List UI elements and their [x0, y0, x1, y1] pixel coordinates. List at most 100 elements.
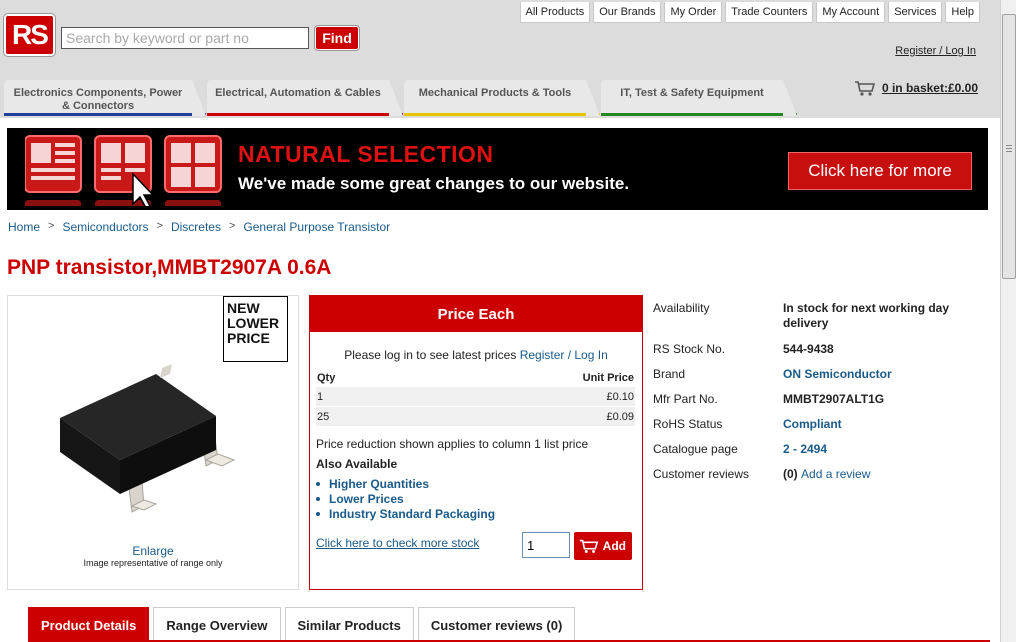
bullet-icon [316, 511, 320, 516]
category-label: Electronics Components, Power [13, 87, 183, 99]
price-reduction-note: Price reduction shown applies to column … [316, 437, 589, 451]
category-color-bar [404, 113, 600, 116]
detail-label: RoHS Status [653, 417, 723, 431]
row-qty: 25 [317, 410, 330, 423]
add-to-basket-button[interactable]: Add [574, 532, 632, 560]
breadcrumb-separator: > [228, 220, 236, 232]
price-header: Price Each [310, 296, 642, 332]
nav-services[interactable]: Services [888, 2, 943, 23]
vertical-scrollbar[interactable] [1000, 0, 1016, 642]
category-tab-it-test[interactable]: IT, Test & Safety Equipment [601, 80, 797, 116]
login-prompt: Please log in to see latest prices Regis… [310, 348, 642, 362]
breadcrumb-home[interactable]: Home [8, 220, 40, 234]
tab-customer-reviews[interactable]: Customer reviews (0) [417, 607, 576, 642]
add-label: Add [602, 539, 626, 553]
banner-title: NATURAL SELECTION [238, 141, 494, 167]
nav-my-account[interactable]: My Account [816, 2, 886, 23]
top-nav: All Products Our Brands My Order Trade C… [519, 2, 980, 23]
detail-label: RS Stock No. [653, 342, 726, 356]
category-label-line2: & Connectors [61, 100, 135, 112]
page-title: PNP transistor,MMBT2907A 0.6A [7, 256, 332, 279]
breadcrumb-discretes[interactable]: Discretes [171, 220, 221, 234]
banner-subtitle: We've made some great changes to our web… [238, 174, 630, 193]
scroll-thumb[interactable] [1002, 14, 1016, 279]
basket-link[interactable]: 0 in basket:£0.00 [854, 80, 978, 96]
search-input[interactable] [61, 27, 309, 49]
price-table-header: Qty Unit Price [316, 368, 635, 387]
price-table: Qty Unit Price 1 £0.10 25 £0.09 [316, 368, 635, 426]
bullet-icon [316, 481, 320, 486]
category-tab-electronics[interactable]: Electronics Components, Power & Connecto… [4, 80, 206, 116]
tab-similar-products[interactable]: Similar Products [284, 607, 414, 642]
detail-label: Brand [653, 367, 686, 381]
product-image[interactable] [48, 356, 258, 526]
product-tabs: Product Details Range Overview Similar P… [28, 607, 576, 642]
bullet-icon [316, 496, 320, 501]
brand-link[interactable]: ON Semiconductor [783, 367, 973, 382]
enlarge-link[interactable]: Enlarge [8, 544, 298, 558]
catalogue-link[interactable]: 2 - 2494 [783, 442, 973, 457]
category-tab-mechanical[interactable]: Mechanical Products & Tools [404, 80, 600, 116]
category-label: Mechanical Products & Tools [418, 87, 572, 99]
table-row: 1 £0.10 [316, 387, 635, 406]
detail-label: Mfr Part No. [653, 392, 718, 406]
detail-label: Customer reviews [653, 467, 750, 481]
reviews-count: (0) [783, 467, 798, 481]
add-review-link[interactable]: Add a review [801, 467, 870, 481]
price-panel: Price Each Please log in to see latest p… [309, 295, 643, 590]
banner-cta-button[interactable]: Click here for more [788, 152, 972, 190]
check-stock-link[interactable]: Click here to check more stock [316, 536, 479, 550]
nav-all-products[interactable]: All Products [519, 2, 591, 23]
detail-label: Catalogue page [653, 442, 738, 456]
rs-logo[interactable]: RS [3, 13, 56, 57]
badge-line: NEW [227, 300, 260, 316]
price-login-link[interactable]: Register / Log In [520, 348, 608, 362]
detail-label: Availability [653, 301, 710, 315]
detail-value: In stock for next working day delivery [783, 301, 950, 330]
category-color-bar [207, 113, 403, 116]
breadcrumb-semiconductors[interactable]: Semiconductors [62, 220, 148, 234]
quantity-input[interactable] [522, 532, 570, 558]
rohs-link[interactable]: Compliant [783, 417, 973, 432]
row-price: £0.10 [606, 390, 634, 403]
new-lower-price-badge: NEW LOWER PRICE [223, 296, 288, 362]
table-row: 25 £0.09 [316, 407, 635, 426]
nav-our-brands[interactable]: Our Brands [593, 2, 662, 23]
register-login-link[interactable]: Register / Log In [895, 45, 976, 57]
category-color-bar [601, 113, 797, 116]
breadcrumb-general-purpose-transistor[interactable]: General Purpose Transistor [243, 220, 390, 234]
image-note: Image representative of range only [83, 558, 223, 568]
promo-banner[interactable]: NATURAL SELECTION We've made some great … [7, 128, 988, 210]
layout-grid-icons [25, 135, 222, 206]
tab-range-overview[interactable]: Range Overview [153, 607, 281, 642]
detail-value: (0) Add a review [783, 467, 973, 482]
col-unit-price: Unit Price [582, 371, 634, 384]
nav-my-order[interactable]: My Order [664, 2, 723, 23]
breadcrumb: Home > Semiconductors > Discretes > Gene… [8, 220, 390, 234]
category-tab-electrical[interactable]: Electrical, Automation & Cables [207, 80, 403, 116]
category-color-bar [4, 113, 206, 116]
also-available-list: Higher Quantities Lower Prices Industry … [316, 476, 495, 521]
also-lower-prices[interactable]: Lower Prices [316, 491, 495, 506]
cart-icon [579, 539, 598, 553]
row-qty: 1 [317, 390, 324, 403]
also-industry-packaging[interactable]: Industry Standard Packaging [316, 506, 495, 521]
col-qty: Qty [317, 371, 336, 384]
also-higher-quantities[interactable]: Higher Quantities [316, 476, 495, 491]
also-item-label: Higher Quantities [329, 476, 430, 491]
product-image-panel: NEW LOWER PRICE Enlarge Image representa… [7, 295, 299, 590]
also-available-heading: Also Available [316, 457, 398, 471]
badge-line: LOWER [227, 315, 280, 331]
row-price: £0.09 [606, 410, 634, 423]
basket-icon [854, 81, 875, 96]
nav-help[interactable]: Help [945, 2, 980, 23]
category-label: IT, Test & Safety Equipment [620, 87, 764, 99]
scroll-grip-icon [1006, 145, 1012, 152]
tab-product-details[interactable]: Product Details [28, 607, 150, 642]
detail-value: 544-9438 [783, 342, 834, 356]
also-item-label: Lower Prices [329, 491, 404, 506]
find-button[interactable]: Find [314, 25, 360, 51]
nav-trade-counters[interactable]: Trade Counters [725, 2, 814, 23]
detail-value: MMBT2907ALT1G [783, 392, 885, 406]
login-prompt-text: Please log in to see latest prices [344, 348, 517, 362]
